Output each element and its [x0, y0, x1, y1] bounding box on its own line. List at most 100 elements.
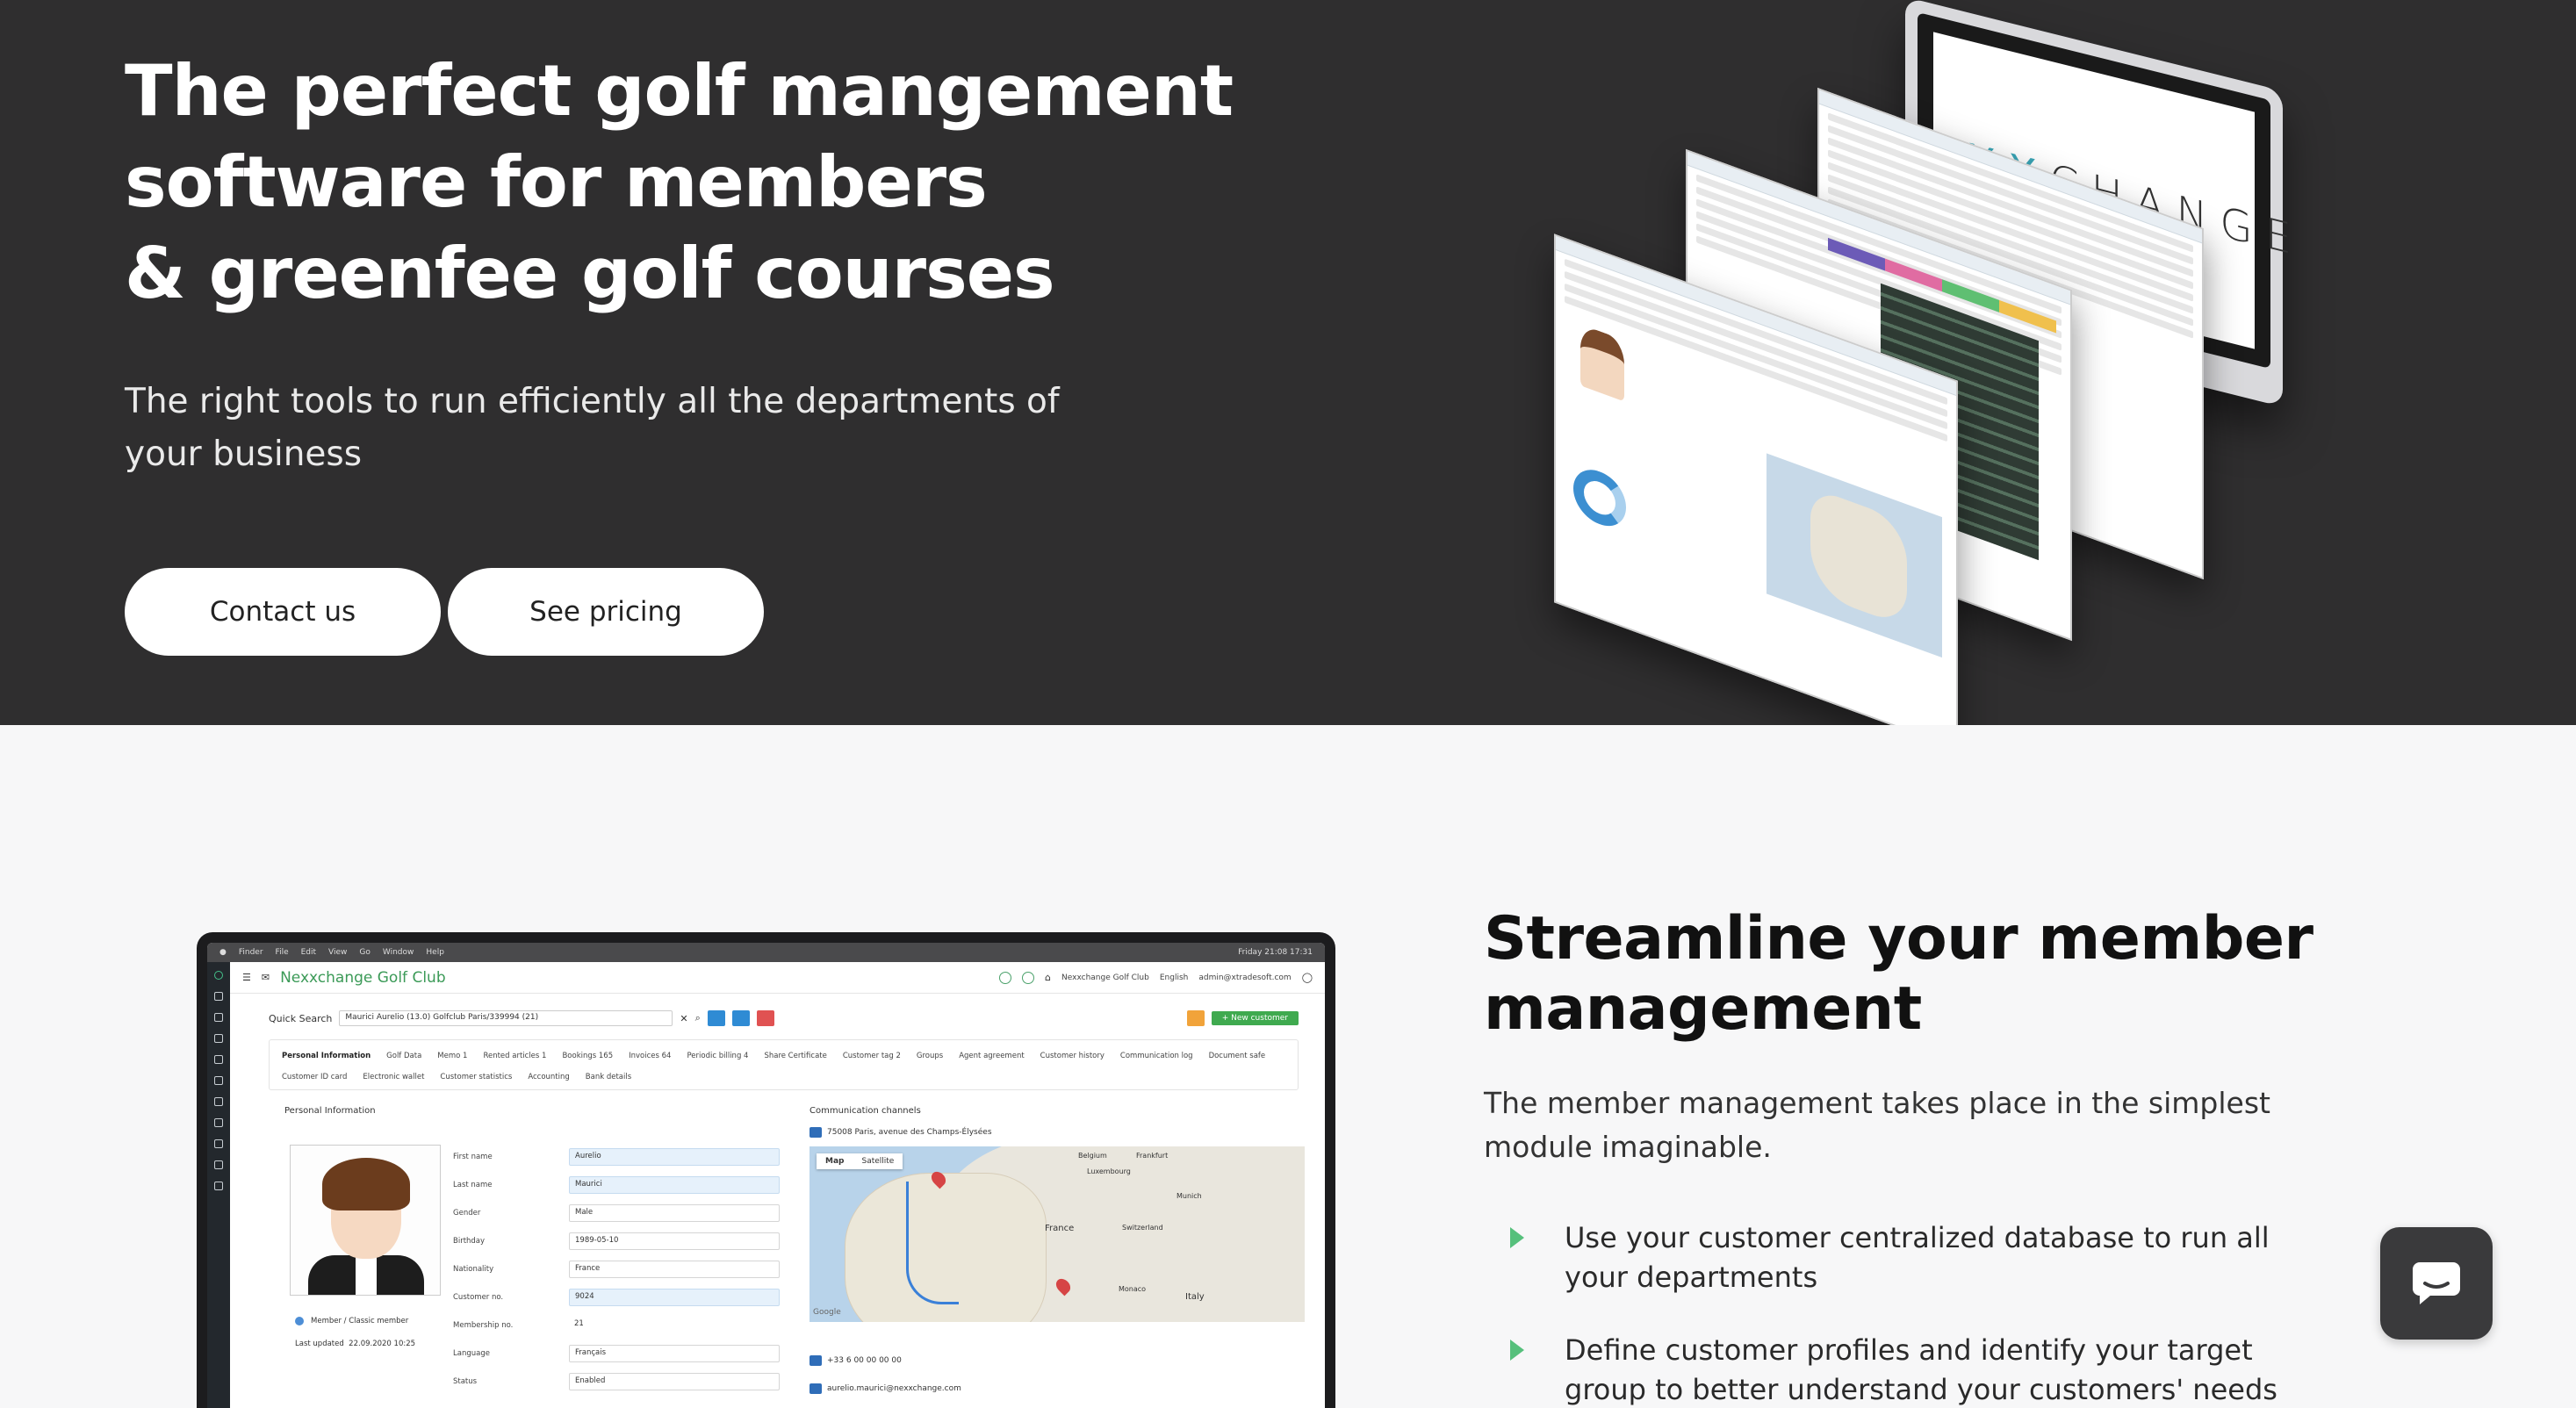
tab-customer-statistics[interactable]: Customer statistics	[440, 1067, 512, 1088]
globe-icon[interactable]	[1022, 971, 1035, 984]
tab-invoices[interactable]: Invoices 64	[629, 1045, 671, 1067]
tab-golf-data[interactable]: Golf Data	[386, 1045, 421, 1067]
app-header: ☰ ✉ Nexxchange Golf Club ⌂ Nexxchange Go…	[230, 962, 1325, 994]
sidebar-icon-6[interactable]	[214, 1097, 223, 1106]
sidebar-icon-5[interactable]	[214, 1076, 223, 1085]
map-label-belgium: Belgium	[1078, 1152, 1107, 1160]
tab-customer-id-card[interactable]: Customer ID card	[282, 1067, 347, 1088]
personal-info-heading: Personal Information	[284, 1106, 376, 1116]
club-name: Nexxchange Golf Club	[280, 968, 446, 987]
tab-personal-information[interactable]: Personal Information	[282, 1045, 371, 1067]
member-type: Member / Classic member	[295, 1317, 408, 1325]
club-short-name: Nexxchange Golf Club	[1061, 973, 1149, 982]
hero-title-line-1: The perfect golf mangement	[125, 50, 1234, 132]
email-row[interactable]: aurelio.maurici@nexxchange.com	[809, 1383, 961, 1394]
field-first-name: First name Aurelio	[453, 1143, 787, 1171]
sidebar-icon-2[interactable]	[214, 1013, 223, 1022]
tab-bank-details[interactable]: Bank details	[586, 1067, 631, 1088]
customer-avatar[interactable]	[290, 1145, 441, 1296]
map-type-toggle: Map Satellite	[817, 1153, 903, 1169]
status-select[interactable]: Enabled	[569, 1373, 780, 1390]
sidebar-icon-9[interactable]	[214, 1160, 223, 1169]
tab-memo[interactable]: Memo 1	[437, 1045, 467, 1067]
home-icon[interactable]: ⌂	[1045, 972, 1051, 983]
map-label-italy: Italy	[1185, 1292, 1205, 1302]
tab-customer-history[interactable]: Customer history	[1040, 1045, 1105, 1067]
mac-menubar: ● Finder File Edit View Go Window Help F…	[207, 943, 1325, 962]
tab-rented-articles[interactable]: Rented articles 1	[483, 1045, 546, 1067]
contact-us-button[interactable]: Contact us	[125, 568, 441, 656]
sidebar-icon-1[interactable]	[214, 992, 223, 1001]
mail-icon[interactable]: ✉	[262, 972, 270, 983]
map-label-munich: Munich	[1176, 1192, 1202, 1200]
action-button-2[interactable]	[731, 1010, 750, 1026]
communication-heading: Communication channels	[809, 1106, 921, 1116]
hero-title: The perfect golf mangement software for …	[125, 46, 1234, 320]
sidebar-icon-3[interactable]	[214, 1034, 223, 1043]
customer-no-input[interactable]: 9024	[569, 1289, 780, 1306]
gender-select[interactable]: Male	[569, 1204, 780, 1222]
membership-no-value: 21	[574, 1319, 584, 1328]
hero-section: The perfect golf mangement software for …	[0, 0, 2576, 725]
hero-subtitle: The right tools to run efficiently all t…	[125, 382, 1060, 474]
last-name-input[interactable]: Maurici	[569, 1176, 780, 1194]
apple-icon: ●	[219, 948, 227, 957]
tab-accounting[interactable]: Accounting	[528, 1067, 569, 1088]
orange-action-button[interactable]	[1186, 1010, 1205, 1026]
sidebar-icon-7[interactable]	[214, 1118, 223, 1127]
language-selector[interactable]: English	[1160, 973, 1189, 982]
action-button-3[interactable]	[756, 1010, 774, 1026]
sidebar-icon-4[interactable]	[214, 1055, 223, 1064]
nexxchange-brand-icon	[214, 971, 223, 980]
tab-groups[interactable]: Groups	[917, 1045, 943, 1067]
address-row[interactable]: 75008 Paris, avenue des Champs-Élysées	[809, 1127, 992, 1138]
feature-item-2: Define customer profiles and identify yo…	[1484, 1331, 2327, 1408]
quick-search-label: Quick Search	[269, 1012, 333, 1024]
field-status: Status Enabled	[453, 1368, 787, 1396]
field-birthday: Birthday 1989-05-10	[453, 1227, 787, 1255]
tab-document-safe[interactable]: Document safe	[1209, 1045, 1266, 1067]
tab-customer-tag[interactable]: Customer tag 2	[843, 1045, 901, 1067]
tab-agent-agreement[interactable]: Agent agreement	[959, 1045, 1024, 1067]
tab-share-certificate[interactable]: Share Certificate	[764, 1045, 826, 1067]
wifi-icon	[999, 971, 1012, 984]
first-name-input[interactable]: Aurelio	[569, 1148, 780, 1166]
map-label-monaco: Monaco	[1119, 1285, 1147, 1293]
tab-periodic-billing[interactable]: Periodic billing 4	[687, 1045, 748, 1067]
mac-menu-window: Window	[382, 948, 414, 957]
birthday-input[interactable]: 1989-05-10	[569, 1232, 780, 1250]
laptop-mockup: ● Finder File Edit View Go Window Help F…	[197, 932, 1335, 1408]
phone-row[interactable]: +33 6 00 00 00 00	[809, 1355, 902, 1366]
member-dot-icon	[295, 1317, 304, 1325]
tab-communication-log[interactable]: Communication log	[1120, 1045, 1193, 1067]
chat-widget-button[interactable]	[2380, 1227, 2493, 1340]
tab-electronic-wallet[interactable]: Electronic wallet	[363, 1067, 424, 1088]
email-icon	[809, 1383, 822, 1394]
feature-list: Use your customer centralized database t…	[1484, 1218, 2327, 1408]
quick-search-bar: Quick Search Maurici Aurelio (13.0) Golf…	[269, 1008, 1299, 1029]
map-tab-map[interactable]: Map	[817, 1153, 853, 1169]
quick-search-input[interactable]: Maurici Aurelio (13.0) Golfclub Paris/33…	[339, 1010, 673, 1026]
clear-icon[interactable]: ✕	[680, 1013, 687, 1024]
field-last-name: Last name Maurici	[453, 1171, 787, 1199]
map-tab-satellite[interactable]: Satellite	[853, 1153, 903, 1169]
tab-bookings[interactable]: Bookings 165	[562, 1045, 613, 1067]
map-label-france: France	[1045, 1224, 1075, 1233]
search-icon[interactable]: ⌕	[695, 1012, 701, 1024]
app-sidebar	[207, 962, 230, 1408]
mac-menu-help: Help	[426, 948, 444, 957]
field-language: Language Français	[453, 1340, 787, 1368]
menu-icon[interactable]: ☰	[242, 972, 251, 983]
new-customer-button[interactable]: + New customer	[1211, 1011, 1299, 1025]
product-illustration: NEXXCHANGE	[1493, 0, 2371, 725]
see-pricing-button[interactable]: See pricing	[448, 568, 764, 656]
map-label-switzerland: Switzerland	[1122, 1224, 1163, 1232]
sidebar-icon-10[interactable]	[214, 1182, 223, 1190]
address-map[interactable]: Map Satellite France Italy Belgium Frank…	[809, 1146, 1305, 1322]
action-button-1[interactable]	[707, 1010, 725, 1026]
sidebar-icon-8[interactable]	[214, 1139, 223, 1148]
hero-title-line-2: software for members	[125, 141, 988, 223]
user-icon[interactable]: ◯	[1302, 972, 1313, 983]
language-select[interactable]: Français	[569, 1345, 780, 1362]
nationality-select[interactable]: France	[569, 1261, 780, 1278]
